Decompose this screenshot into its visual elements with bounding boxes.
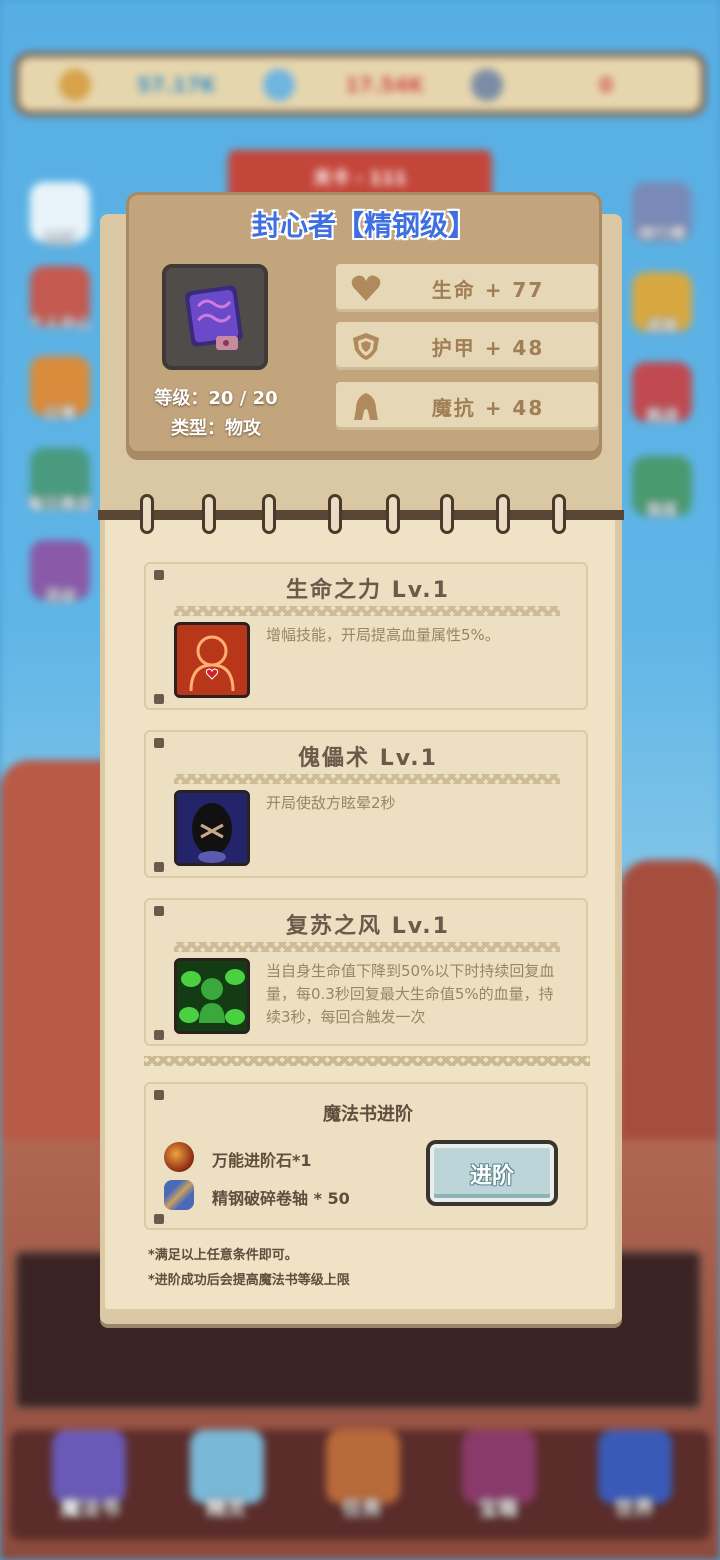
corner-rivet — [154, 1030, 164, 1040]
crystal-amount: 17.54K — [345, 73, 424, 97]
stage-label: 关卡 - 111 — [313, 168, 407, 189]
side-label: 排行榜 — [637, 224, 686, 243]
stat-magic-resist: 魔抗 + 48 — [336, 382, 598, 430]
section-divider — [144, 1056, 590, 1066]
skill-description: 增幅技能，开局提高血量属性5%。 — [266, 626, 500, 644]
nav-label: 魔法书 — [60, 1496, 120, 1520]
resource-bar: 57.17K 17.54K 0 — [14, 52, 706, 116]
skill-name: 傀儡术 Lv.1 — [298, 746, 438, 771]
advance-title: 魔法书进阶 — [323, 1104, 413, 1125]
side-label: 日常 — [43, 404, 76, 423]
requirement-label: 精钢破碎卷轴 * 50 — [212, 1189, 350, 1208]
stat-armor: 护甲 + 48 — [336, 322, 598, 370]
zigzag-divider — [174, 774, 560, 784]
revival-wind-icon — [174, 958, 250, 1034]
heart-icon — [351, 275, 381, 301]
skill-card: 傀儡术 Lv.1 开局使敌方眩晕2秒 — [144, 730, 588, 878]
corner-rivet — [154, 694, 164, 704]
side-label: 个人中心 — [27, 314, 92, 333]
stat-magic-resist-label: 魔抗 + 48 — [431, 396, 545, 420]
spiral-ring — [328, 494, 342, 534]
skill-description: 当自身生命值下降到50%以下时持续回复血量，每0.3秒回复最大生命值5%的血量，… — [266, 962, 555, 1026]
corner-rivet — [154, 1090, 164, 1100]
requirement-label: 万能进阶石*1 — [212, 1151, 312, 1170]
scroll-amount: 0 — [599, 73, 613, 97]
side-label: 活动 — [43, 586, 76, 605]
skill-name: 生命之力 Lv.1 — [286, 578, 450, 603]
spiral-binding-bar — [98, 510, 624, 520]
gold-amount: 57.17K — [137, 73, 216, 97]
skill-card: 复苏之风 Lv.1 当自身生命值下降到50%以下时持续回复血量，每0.3秒回复最… — [144, 898, 588, 1046]
skill-card: 生命之力 Lv.1 增幅技能，开局提高血量属性5%。 — [144, 562, 588, 710]
side-label: 保底 — [645, 500, 678, 519]
nav-label: 任务 — [342, 1496, 382, 1520]
spiral-ring — [262, 494, 276, 534]
book-icon-frame — [162, 264, 268, 370]
skill-name: 复苏之风 Lv.1 — [286, 914, 450, 939]
advance-note: *进阶成功后会提高魔法书等级上限 — [148, 1273, 350, 1288]
spiral-ring — [440, 494, 454, 534]
skill-description: 开局使敌方眩晕2秒 — [266, 794, 396, 812]
puppet-icon — [174, 790, 250, 866]
corner-rivet — [154, 862, 164, 872]
zigzag-divider — [174, 606, 560, 616]
stat-hp: 生命 + 77 — [336, 264, 598, 312]
side-label: 每日商店 — [27, 494, 92, 513]
spiral-ring — [202, 494, 216, 534]
advance-button[interactable]: 进阶 — [426, 1140, 558, 1206]
shield-icon — [353, 333, 379, 360]
stat-armor-label: 护甲 + 48 — [431, 336, 545, 360]
hood-icon — [354, 393, 378, 420]
universal-stone-icon — [164, 1142, 194, 1172]
spiral-ring — [386, 494, 400, 534]
advance-section: 魔法书进阶 万能进阶石*1 精钢破碎卷轴 * 50 进阶 — [144, 1082, 588, 1230]
magic-book-detail-modal[interactable]: 封心者【精钢级】 等级：20 / 20 类型：物攻 生命 + 77 护甲 + 4… — [98, 192, 624, 1324]
steel-scroll-icon — [164, 1180, 194, 1210]
stat-hp-label: 生命 + 77 — [431, 278, 545, 302]
book-type: 类型：物攻 — [171, 418, 261, 439]
spiral-ring — [140, 494, 154, 534]
nav-label: 精灵 — [206, 1496, 246, 1520]
advance-button-label: 进阶 — [469, 1164, 514, 1189]
book-title: 封心者【精钢级】 — [251, 209, 476, 242]
spiral-ring — [496, 494, 510, 534]
side-label: 成就 — [645, 316, 678, 335]
magic-book-icon — [185, 285, 243, 350]
gold-coin-icon — [59, 69, 91, 101]
book-level: 等级：20 / 20 — [154, 388, 278, 409]
nav-label: 世界 — [614, 1496, 654, 1520]
life-force-icon — [174, 622, 250, 698]
side-label: 挑战 — [645, 406, 678, 425]
side-label: 社区 — [43, 230, 76, 249]
scroll-icon — [471, 69, 503, 101]
spiral-ring — [552, 494, 566, 534]
advance-note: *满足以上任意条件即可。 — [148, 1248, 298, 1263]
mesa-rock — [620, 860, 720, 1140]
requirement-item: 万能进阶石*1 — [164, 1142, 424, 1174]
crystal-icon — [263, 69, 295, 101]
corner-rivet — [154, 1214, 164, 1224]
nav-label: 宝箱 — [478, 1496, 518, 1520]
requirement-item: 精钢破碎卷轴 * 50 — [164, 1180, 424, 1212]
zigzag-divider — [174, 942, 560, 952]
